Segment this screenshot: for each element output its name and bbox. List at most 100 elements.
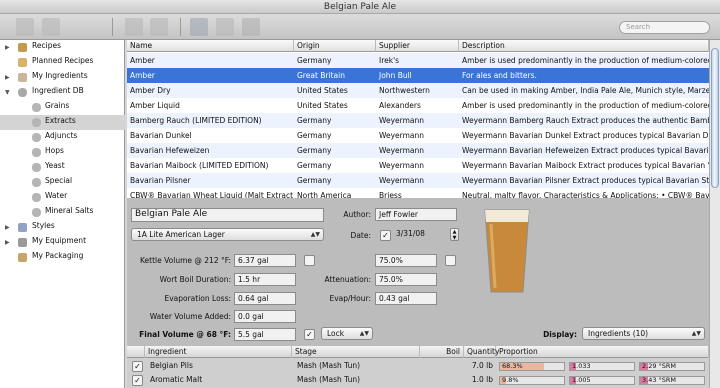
sidebar-item-my-equipment[interactable]: ▶ My Equipment: [0, 235, 125, 250]
display-popup[interactable]: Ingredients (10) ▲▼: [582, 327, 705, 340]
display-value: Ingredients (10): [588, 329, 649, 338]
supplier-cell: Weyermann: [379, 176, 425, 185]
sidebar-item-styles[interactable]: ▶ Styles: [0, 220, 125, 235]
database-icon: [32, 208, 41, 217]
column-header-boil[interactable]: Boil: [420, 346, 464, 358]
ingredients-header: Ingredient Stage Boil Quantity Proportio…: [127, 346, 709, 358]
save-icon[interactable]: [190, 18, 208, 36]
ingredient-row[interactable]: ✓ Belgian Pils Mash (Mash Tun) 7.0 lb 68.3% 1…: [127, 359, 709, 373]
sidebar-item-label: Special: [45, 176, 73, 185]
sidebar-item-planned-recipes[interactable]: Planned Recipes: [0, 55, 125, 70]
column-header-quantity[interactable]: Quantity: [464, 346, 499, 358]
display-label: Display:: [543, 330, 577, 339]
folder-icon[interactable]: [42, 18, 60, 36]
evap-hour-field[interactable]: 0.43 gal: [375, 292, 437, 305]
new-folder-icon[interactable]: [16, 18, 34, 36]
recipe-name-field[interactable]: Belgian Pale Ale: [131, 208, 324, 222]
origin-cell: United States: [297, 101, 348, 110]
table-row[interactable]: Bavarian Hefeweizen Germany Weyermann Weyer…: [127, 143, 709, 158]
sidebar-item-grains[interactable]: Grains: [0, 100, 125, 115]
database-icon: [32, 103, 41, 112]
date-checkbox[interactable]: ✓: [380, 230, 391, 241]
boil-duration-field[interactable]: 1.5 hr: [234, 273, 296, 286]
sidebar-item-mineral-salts[interactable]: Mineral Salts: [0, 205, 125, 220]
kettle-checkbox[interactable]: [304, 255, 315, 266]
sidebar-item-label: Extracts: [45, 116, 76, 125]
evaporation-loss-field[interactable]: 0.64 gal: [234, 292, 296, 305]
ingredient-quantity[interactable]: 1.0 lb: [464, 373, 496, 387]
column-header-name[interactable]: Name: [127, 40, 294, 52]
column-header-description[interactable]: Description: [459, 40, 709, 52]
sidebar-item-ingredient-db[interactable]: ▼ Ingredient DB: [0, 85, 125, 100]
sidebar-item-my-packaging[interactable]: My Packaging: [0, 250, 125, 265]
author-field[interactable]: Jeff Fowler: [375, 208, 457, 221]
column-header-proportion[interactable]: Proportion: [496, 346, 709, 358]
ingredient-stage[interactable]: Mash (Mash Tun): [294, 373, 414, 387]
attenuation-field[interactable]: 75.0%: [375, 273, 437, 286]
kettle-percent-field[interactable]: 75.0%: [375, 254, 437, 267]
disclosure-down-icon[interactable]: ▼: [5, 85, 10, 100]
table-row[interactable]: Amber Dry United States Northwestern Can be…: [127, 83, 709, 98]
origin-cell: Germany: [297, 146, 332, 155]
supplier-cell: Weyermann: [379, 116, 425, 125]
sidebar-item-water[interactable]: Water: [0, 190, 125, 205]
sidebar-item-special[interactable]: Special: [0, 175, 125, 190]
ingredient-checkbox[interactable]: ✓: [132, 375, 143, 386]
final-volume-checkbox[interactable]: ✓: [304, 329, 315, 340]
table-row[interactable]: Bavarian Pilsner Germany Weyermann Weyerman…: [127, 173, 709, 188]
column-header-stage[interactable]: Stage: [292, 346, 420, 358]
table-row[interactable]: Bamberg Rauch (LIMITED EDITION) Germany We…: [127, 113, 709, 128]
sidebar-item-adjuncts[interactable]: Adjuncts: [0, 130, 125, 145]
column-header-ingredient[interactable]: Ingredient: [145, 346, 292, 358]
origin-cell: Great Britain: [297, 71, 345, 80]
toolbar-divider: [180, 18, 181, 36]
column-header-check[interactable]: [127, 346, 145, 358]
ingredient-stage[interactable]: Mash (Mash Tun): [294, 359, 414, 373]
print-icon[interactable]: [242, 18, 260, 36]
duplicate-icon[interactable]: [216, 18, 234, 36]
kettle-percent-checkbox[interactable]: [445, 255, 456, 266]
disclosure-right-icon[interactable]: ▶: [5, 235, 10, 250]
sidebar-item-yeast[interactable]: Yeast: [0, 160, 125, 175]
water-volume-field[interactable]: 0.0 gal: [234, 310, 296, 323]
name-cell: Bavarian Pilsner: [130, 176, 191, 185]
style-popup[interactable]: 1A Lite American Lager ▲▼: [131, 228, 324, 241]
sidebar-item-my-ingredients[interactable]: ▶ My Ingredients: [0, 70, 125, 85]
recipe-detail-panel: Belgian Pale Ale Author: Jeff Fowler 1A …: [127, 198, 709, 346]
date-stepper[interactable]: ▲ ▼: [450, 228, 459, 241]
sidebar-item-label: Water: [45, 191, 68, 200]
sidebar-item-recipes[interactable]: ▶ Recipes: [0, 40, 125, 55]
disclosure-right-icon[interactable]: ▶: [5, 40, 10, 55]
sidebar-item-hops[interactable]: Hops: [0, 145, 125, 160]
copy-icon[interactable]: [125, 18, 143, 36]
column-header-supplier[interactable]: Supplier: [376, 40, 459, 52]
date-field[interactable]: 3/31/08: [393, 228, 447, 241]
ingredient-row[interactable]: ✓ Aromatic Malt Mash (Mash Tun) 1.0 lb 9.8% 1…: [127, 373, 709, 387]
ingredient-quantity[interactable]: 7.0 lb: [464, 359, 496, 373]
final-volume-field[interactable]: 5.5 gal: [234, 328, 296, 341]
sidebar-item-label: My Packaging: [32, 251, 84, 260]
table-scrollbar[interactable]: [709, 40, 720, 198]
table-row[interactable]: Amber Great Britain John Bull For ales and …: [127, 68, 709, 83]
scrollbar-thumb[interactable]: [711, 48, 719, 188]
sidebar-item-extracts[interactable]: Extracts: [0, 115, 125, 130]
disclosure-right-icon[interactable]: ▶: [5, 70, 10, 85]
lock-popup[interactable]: Lock ▲▼: [321, 327, 373, 340]
paste-icon[interactable]: [150, 18, 168, 36]
origin-cell: Germany: [297, 56, 332, 65]
table-row[interactable]: CBW® Bavarian Wheat Liquid (Malt Extract…: [127, 188, 709, 198]
detail-scrollbar[interactable]: [709, 198, 720, 388]
table-row[interactable]: Amber Liquid United States Alexanders Amber…: [127, 98, 709, 113]
sidebar-item-label: Recipes: [32, 41, 61, 50]
ingredient-checkbox[interactable]: ✓: [132, 361, 143, 372]
table-row[interactable]: Amber Germany Irek's Amber is used predomin…: [127, 53, 709, 68]
kettle-volume-field[interactable]: 6.37 gal: [234, 254, 296, 267]
disclosure-right-icon[interactable]: ▶: [5, 220, 10, 235]
table-row[interactable]: Bavarian Dunkel Germany Weyermann Weyermann…: [127, 128, 709, 143]
database-icon: [32, 193, 41, 202]
table-row[interactable]: Bavarian Maibock (LIMITED EDITION) German…: [127, 158, 709, 173]
search-input[interactable]: Search: [619, 21, 710, 34]
description-cell: Can be used in making Amber, India Pale …: [462, 86, 709, 95]
column-header-origin[interactable]: Origin: [294, 40, 376, 52]
packaging-icon: [18, 253, 27, 262]
